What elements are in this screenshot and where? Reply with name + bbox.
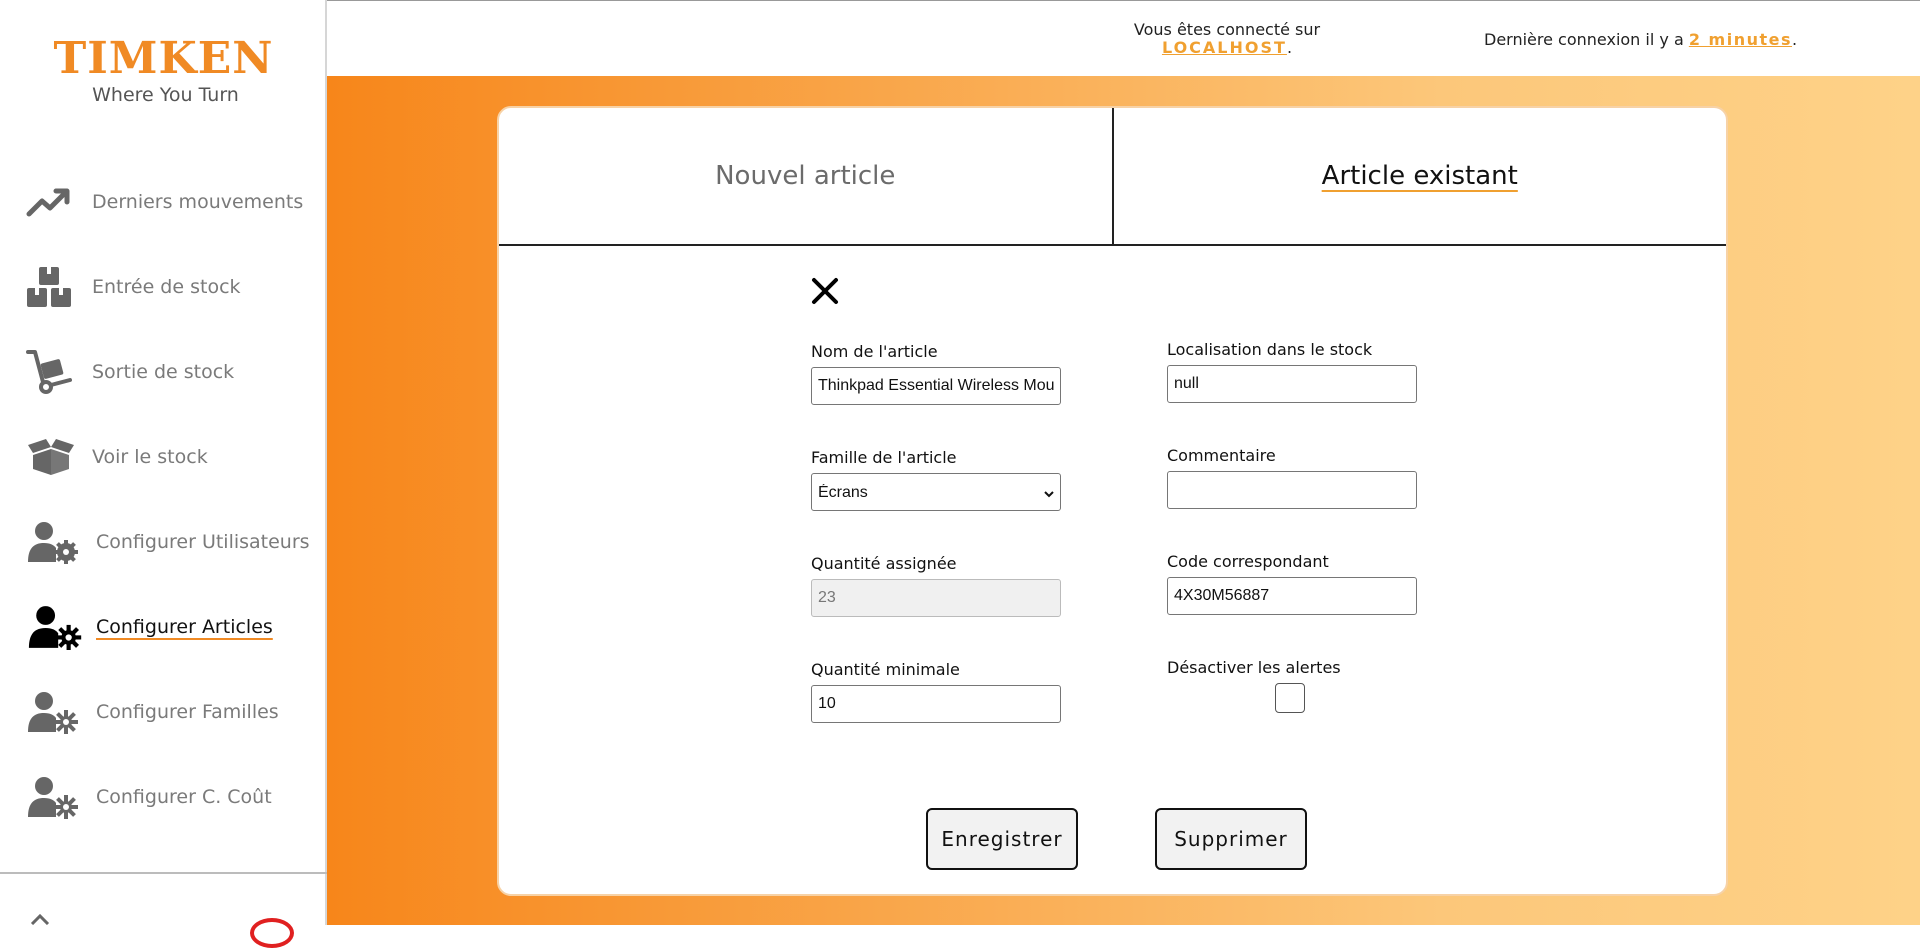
location-field-group: Localisation dans le stock xyxy=(1167,340,1417,403)
article-tabs: Nouvel article Article existant xyxy=(499,108,1726,246)
assigned-qty-label: Quantité assignée xyxy=(811,554,957,573)
code-field-group: Code correspondant xyxy=(1167,552,1417,615)
disable-alerts-field-group: Désactiver les alertes xyxy=(1167,658,1417,713)
tab-article-existant[interactable]: Article existant xyxy=(1111,108,1727,244)
code-label: Code correspondant xyxy=(1167,552,1329,571)
last-login-prefix: Dernière connexion il y a xyxy=(1484,30,1684,49)
sidebar-item-derniers-mouvements[interactable]: Derniers mouvements xyxy=(26,172,316,232)
close-icon[interactable] xyxy=(809,275,841,307)
sidebar-item-configurer-articles[interactable]: Configurer Articles xyxy=(26,597,316,657)
sidebar-item-label: Entrée de stock xyxy=(92,276,241,298)
connection-prefix: Vous êtes connecté sur xyxy=(1133,20,1321,39)
last-login-suffix: . xyxy=(1792,30,1798,49)
sidebar-item-configurer-familles[interactable]: Configurer Familles xyxy=(26,682,316,742)
trending-up-icon xyxy=(26,177,82,227)
logout-icon[interactable] xyxy=(250,918,294,948)
sidebar-item-label: Configurer Articles xyxy=(96,616,273,638)
user-gear-icon xyxy=(26,687,82,737)
assigned-qty-input xyxy=(811,579,1061,617)
main-area: Nouvel article Article existant Nom de l… xyxy=(327,76,1920,925)
last-login-value[interactable]: 2 minutes xyxy=(1689,30,1792,49)
sidebar-item-sortie-de-stock[interactable]: Sortie de stock xyxy=(26,342,316,402)
last-login-info: Dernière connexion il y a 2 minutes. xyxy=(1484,30,1797,49)
code-input[interactable] xyxy=(1167,577,1417,615)
hand-truck-icon xyxy=(26,347,82,397)
boxes-stack-icon xyxy=(26,262,82,312)
assigned-qty-field-group: Quantité assignée xyxy=(811,554,1061,617)
min-qty-input[interactable] xyxy=(811,685,1061,723)
name-label: Nom de l'article xyxy=(811,342,938,361)
sidebar-item-label: Voir le stock xyxy=(92,446,208,468)
top-header: Vous êtes connecté sur LOCALHOST. Derniè… xyxy=(327,0,1920,76)
sidebar-item-configurer-c-cout[interactable]: Configurer C. Coût xyxy=(26,767,316,827)
connection-info: Vous êtes connecté sur LOCALHOST. xyxy=(1107,21,1347,57)
sidebar-item-label: Configurer C. Coût xyxy=(96,786,272,808)
sidebar-item-label: Derniers mouvements xyxy=(92,191,304,213)
sidebar-item-label: Sortie de stock xyxy=(92,361,235,383)
save-button[interactable]: Enregistrer xyxy=(926,808,1078,870)
location-label: Localisation dans le stock xyxy=(1167,340,1373,359)
family-select[interactable]: Écrans xyxy=(811,473,1061,511)
comment-label: Commentaire xyxy=(1167,446,1276,465)
delete-button[interactable]: Supprimer xyxy=(1155,808,1307,870)
host-suffix: . xyxy=(1286,38,1293,57)
family-field-group: Famille de l'article Écrans xyxy=(811,448,1061,511)
min-qty-field-group: Quantité minimale xyxy=(811,660,1061,723)
partial-icon[interactable] xyxy=(30,910,50,926)
sidebar: TIMKEN Where You Turn Derniers mouvement… xyxy=(0,0,327,948)
timken-logo[interactable]: TIMKEN Where You Turn xyxy=(0,33,327,107)
host-link[interactable]: LOCALHOST xyxy=(1162,38,1287,57)
open-box-icon xyxy=(26,432,82,482)
tab-nouvel-article[interactable]: Nouvel article xyxy=(499,108,1112,244)
sidebar-item-configurer-utilisateurs[interactable]: Configurer Utilisateurs xyxy=(26,512,316,572)
disable-alerts-checkbox[interactable] xyxy=(1275,683,1305,713)
article-card: Nouvel article Article existant Nom de l… xyxy=(497,106,1728,896)
name-field-group: Nom de l'article xyxy=(811,342,1061,405)
logo-tagline: Where You Turn xyxy=(92,84,239,106)
logo-brand: TIMKEN xyxy=(53,33,274,84)
sidebar-item-voir-le-stock[interactable]: Voir le stock xyxy=(26,427,316,487)
name-input[interactable] xyxy=(811,367,1061,405)
location-input[interactable] xyxy=(1167,365,1417,403)
user-gear-icon xyxy=(26,517,82,567)
disable-alerts-label: Désactiver les alertes xyxy=(1167,658,1341,677)
sidebar-item-entree-de-stock[interactable]: Entrée de stock xyxy=(26,257,316,317)
sidebar-item-label: Configurer Utilisateurs xyxy=(96,531,310,553)
sidebar-divider xyxy=(0,872,327,874)
comment-field-group: Commentaire xyxy=(1167,446,1417,509)
sidebar-item-label: Configurer Familles xyxy=(96,701,279,723)
user-gear-icon xyxy=(26,772,82,822)
comment-input[interactable] xyxy=(1167,471,1417,509)
min-qty-label: Quantité minimale xyxy=(811,660,960,679)
user-gear-icon xyxy=(26,602,82,652)
family-label: Famille de l'article xyxy=(811,448,957,467)
